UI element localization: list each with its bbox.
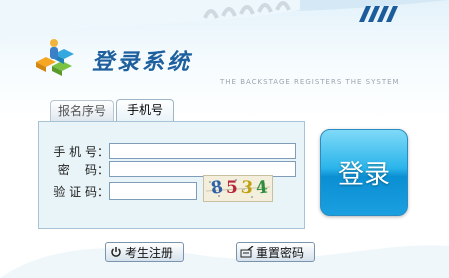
captcha-char: 3	[239, 177, 254, 199]
captcha-char: 5	[226, 178, 238, 198]
reset-password-label: 重置密码	[256, 245, 305, 260]
app-title: 登录系统	[92, 49, 193, 75]
phone-label: 手 机 号：	[53, 144, 109, 159]
register-button[interactable]: 考生注册	[105, 242, 184, 262]
captcha-image[interactable]: 8 5 3 4	[203, 175, 273, 202]
captcha-input[interactable]	[109, 182, 197, 200]
captcha-label: 验 证 码：	[53, 184, 109, 199]
login-button[interactable]: 登录	[320, 129, 408, 216]
phone-input[interactable]	[109, 143, 296, 159]
power-icon	[109, 245, 123, 259]
tab-phone-number[interactable]: 手机号	[116, 99, 174, 122]
captcha-char: 4	[254, 177, 269, 199]
register-label: 考生注册	[125, 245, 174, 260]
app-subtitle: THE BACKSTAGE REGISTERS THE SYSTEM	[220, 78, 400, 86]
login-panel: 登录系统 THE BACKSTAGE REGISTERS THE SYSTEM …	[0, 0, 449, 278]
password-label: 密 码：	[57, 162, 109, 177]
logo-icon	[36, 39, 74, 76]
keyboard-pen-icon	[240, 245, 254, 259]
tab-registration-number[interactable]: 报名序号	[50, 100, 114, 121]
reset-password-button[interactable]: 重置密码	[236, 242, 315, 262]
